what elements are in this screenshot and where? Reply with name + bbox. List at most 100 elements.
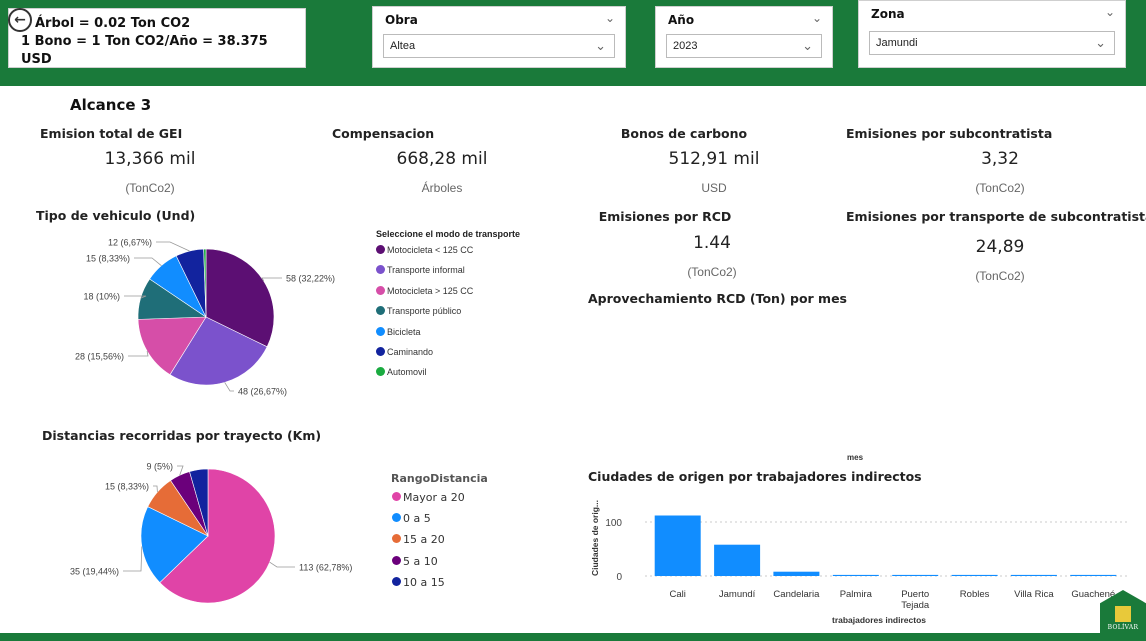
info-line-1: Árbol = 0.02 Ton CO2 xyxy=(35,16,191,31)
section-title: Alcance 3 xyxy=(70,96,152,114)
distance-pie-slice-0-a-5 xyxy=(140,506,209,583)
anio-dropdown[interactable]: 2023 ⌄ xyxy=(666,34,822,58)
legend-dot-icon xyxy=(392,534,401,544)
card-emision-total-value: 13,366 mil xyxy=(104,149,196,169)
logo-mark-icon xyxy=(1115,606,1131,622)
vehicle-pie-slice-automovil xyxy=(203,248,207,318)
cities-bar-candelaria xyxy=(773,571,820,576)
chevron-down-icon: ⌄ xyxy=(595,38,606,53)
card-bonos-title: Bonos de carbono xyxy=(620,126,748,141)
constructora-bolivar-logo: BOLÍVAR xyxy=(1100,590,1146,634)
footer-bar xyxy=(0,633,1146,641)
legend-item-label: Transporte informal xyxy=(387,265,465,276)
legend-item-label: 10 a 15 xyxy=(403,575,445,589)
vehicle-legend-item-automovil[interactable]: Automovil xyxy=(376,367,427,377)
cities-bar-jamundi xyxy=(714,544,761,576)
mes-axis-label: mes xyxy=(847,453,864,462)
cities-bar-cali xyxy=(654,515,701,576)
conversion-info-box: Árbol = 0.02 Ton CO2 1 Bono = 1 Ton CO2/… xyxy=(8,8,306,68)
vehicle-pie-slice-motocicleta-125-cc xyxy=(205,248,275,348)
vehicle-legend-item-bicicleta[interactable]: Bicicleta xyxy=(376,326,421,337)
vehicle-pie-data-label: 15 (8,33%) xyxy=(86,254,130,264)
vehicle-pie-slice-transporte-informal xyxy=(169,316,268,386)
vehicle-pie-leader-line xyxy=(124,295,147,299)
vehicle-pie-data-label: 48 (26,67%) xyxy=(238,387,287,397)
cities-chart-xtick-label: Cali xyxy=(670,589,686,600)
cities-chart-xtick-label: Palmira xyxy=(840,589,873,600)
obra-dropdown[interactable]: Altea ⌄ xyxy=(383,34,615,58)
chevron-down-icon: ⌄ xyxy=(802,38,813,53)
distance-pie-leader-line xyxy=(123,546,143,572)
distance-pie-data-label: 9 (5%) xyxy=(146,462,173,472)
distance-pie-leader-line xyxy=(153,485,158,493)
legend-item-label: Motocicleta > 125 CC xyxy=(387,285,474,296)
vehicle-legend-item-motocicleta-125-cc[interactable]: Motocicleta > 125 CC xyxy=(376,285,474,296)
zona-slicer-title: Zona xyxy=(871,7,905,21)
cities-chart-ytick-label: 100 xyxy=(605,518,622,529)
legend-item-label: Transporte público xyxy=(387,306,462,317)
vehicle-legend-item-transporte-publico[interactable]: Transporte público xyxy=(376,306,461,316)
card-rcd-value: 1.44 xyxy=(693,233,731,253)
cities-chart-xtick-label: Puerto xyxy=(901,589,929,600)
distance-legend-item-0-a-5[interactable]: 0 a 5 xyxy=(392,512,431,525)
distance-pie-data-label: 35 (19,44%) xyxy=(70,567,119,577)
legend-dot-icon xyxy=(376,306,385,316)
cities-bar-robles xyxy=(951,574,998,576)
obra-slicer: Obra ⌄ Altea ⌄ xyxy=(372,6,626,68)
anio-selected-value: 2023 xyxy=(673,40,698,52)
obra-slicer-title: Obra xyxy=(385,13,418,27)
legend-dot-icon xyxy=(376,265,385,275)
cities-bar-puerto-tejada xyxy=(892,574,939,576)
card-compensacion-value: 668,28 mil xyxy=(396,149,488,169)
cities-chart-yaxis-title: Ciudades de orig... xyxy=(590,500,600,576)
vehicle-pie-leader-line xyxy=(134,257,162,267)
cities-chart-xaxis-title: trabajadores indirectos xyxy=(832,615,926,625)
chevron-down-icon[interactable]: ⌄ xyxy=(812,11,822,25)
distance-legend-item-mayor-a-20[interactable]: Mayor a 20 xyxy=(392,491,465,504)
chevron-down-icon[interactable]: ⌄ xyxy=(605,11,615,25)
distance-pie-data-label: 15 (8,33%) xyxy=(105,482,149,492)
cities-chart-ytick-label: 0 xyxy=(616,572,622,583)
card-subcontratista-value: 3,32 xyxy=(981,149,1019,169)
logo-text: BOLÍVAR xyxy=(1107,624,1139,631)
card-bonos-unit: USD xyxy=(701,181,727,195)
vehicle-pie-slice-motocicleta-125-cc xyxy=(137,316,207,376)
legend-dot-icon xyxy=(376,367,385,377)
card-transporte-sub-unit: (TonCo2) xyxy=(975,269,1025,283)
zona-dropdown[interactable]: Jamundi ⌄ xyxy=(869,31,1115,55)
distance-pie-leader-line xyxy=(177,465,184,476)
charts-canvas: 58 (32,22%) 48 (26,67%) 28 (15,56%) 18 (10%… xyxy=(70,238,1128,625)
cities-chart-title: Ciudades de origen por trabajadores indi… xyxy=(588,469,922,484)
vehicle-pie-data-label: 28 (15,56%) xyxy=(75,352,124,362)
back-arrow-icon[interactable]: ← xyxy=(8,8,32,32)
legend-item-label: 0 a 5 xyxy=(403,512,431,526)
cities-chart-xtick-label: Tejada xyxy=(901,600,930,611)
vehicle-legend-item-motocicleta-125-cc[interactable]: Motocicleta < 125 CC xyxy=(376,245,473,255)
card-emision-total-unit: (TonCo2) xyxy=(125,181,175,195)
legend-dot-icon xyxy=(376,245,385,254)
cities-chart-xtick-label: Villa Rica xyxy=(1014,589,1054,600)
vehicle-pie-data-label: 18 (10%) xyxy=(83,292,120,302)
card-rcd-unit: (TonCo2) xyxy=(687,265,737,279)
legend-item-label: Mayor a 20 xyxy=(403,491,465,504)
card-rcd-title: Emisiones por RCD xyxy=(598,209,732,224)
vehicle-pie-data-label: 12 (6,67%) xyxy=(108,238,152,248)
zona-slicer: Zona ⌄ Jamundi ⌄ xyxy=(858,0,1126,68)
legend-dot-icon xyxy=(376,347,385,356)
aprovechamiento-rcd-title: Aprovechamiento RCD (Ton) por mes xyxy=(588,291,847,306)
vehicle-legend-item-caminando[interactable]: Caminando xyxy=(376,347,433,357)
chevron-down-icon[interactable]: ⌄ xyxy=(1105,5,1115,19)
distance-legend-item-5-a-10[interactable]: 5 a 10 xyxy=(392,555,438,568)
vehicle-pie-data-label: 58 (32,22%) xyxy=(286,274,335,284)
distance-legend-item-15-a-20[interactable]: 15 a 20 xyxy=(392,533,445,546)
vehicle-legend-title: Seleccione el modo de transporte xyxy=(376,229,521,239)
legend-item-label: Motocicleta < 125 CC xyxy=(387,245,474,255)
card-transporte-sub-value: 24,89 xyxy=(975,237,1025,257)
vehicle-pie-leader-line xyxy=(261,277,282,282)
legend-dot-icon xyxy=(392,492,401,501)
distance-chart-title: Distancias recorridas por trayecto (Km) xyxy=(42,428,322,443)
zona-selected-value: Jamundi xyxy=(876,37,918,49)
distance-legend-item-10-a-15[interactable]: 10 a 15 xyxy=(392,576,445,589)
vehicle-legend-item-transporte-informal[interactable]: Transporte informal xyxy=(376,265,465,275)
cities-bar-villa-rica xyxy=(1010,574,1057,576)
